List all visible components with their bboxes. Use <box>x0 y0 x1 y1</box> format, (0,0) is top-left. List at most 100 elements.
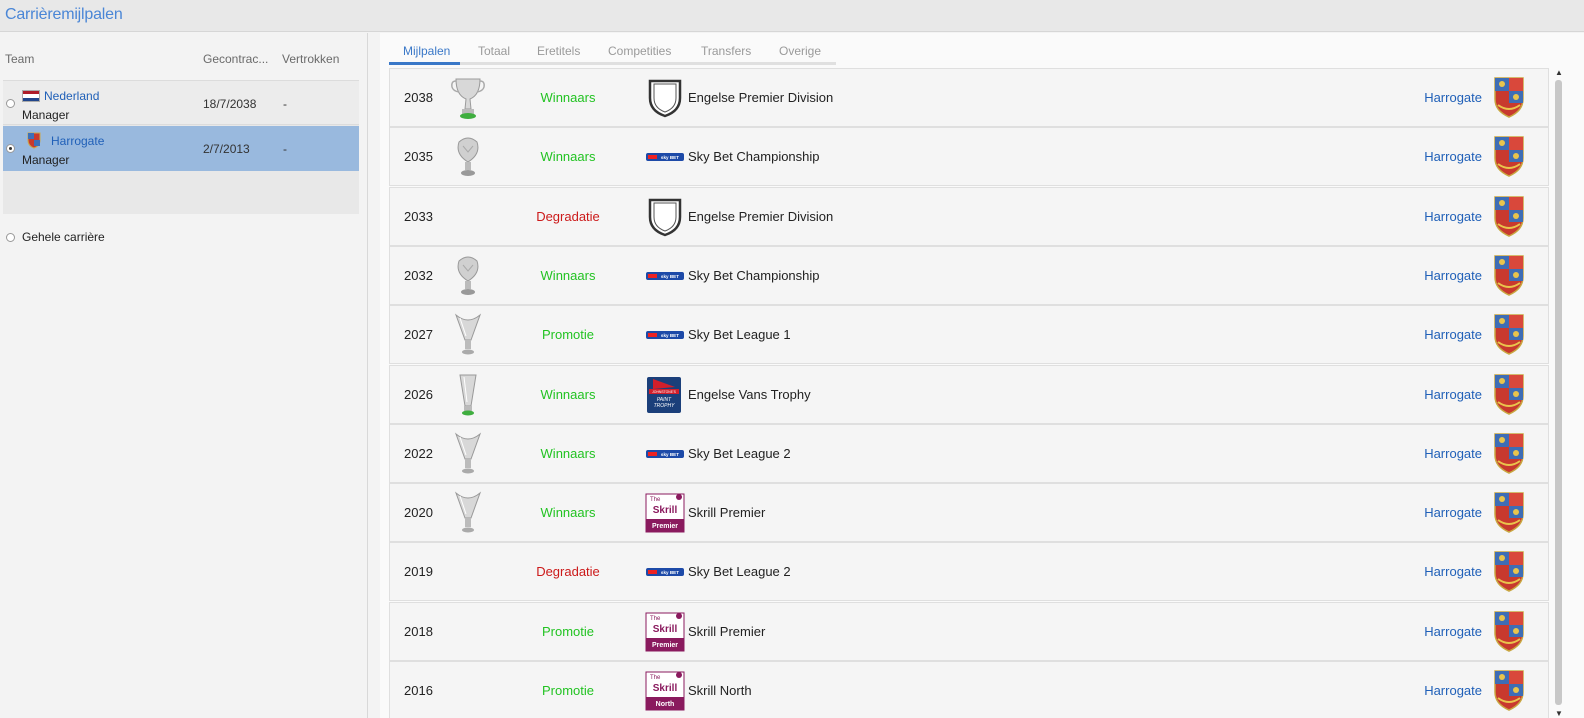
milestone-club-link[interactable]: Harrogate <box>1424 149 1482 164</box>
team-role: Manager <box>22 108 70 122</box>
competition-logo: sky BET <box>645 256 685 296</box>
milestone-club-link[interactable]: Harrogate <box>1424 387 1482 402</box>
vertical-scrollbar[interactable]: ▲ ▼ <box>1553 66 1563 718</box>
scroll-thumb[interactable] <box>1555 80 1562 705</box>
tab-eretitels[interactable]: Eretitels <box>537 44 580 58</box>
team-radio-selected[interactable] <box>6 144 15 153</box>
milestone-row[interactable]: 2022 Winnaars sky BET Sky Bet League 2 Harro… <box>389 423 1549 483</box>
milestone-row[interactable]: 2018 Promotie The Skrill Premier Skrill Premi… <box>389 601 1549 661</box>
competition-logo: sky BET <box>645 315 685 355</box>
whole-career-label: Gehele carrière <box>22 230 105 244</box>
tab-mijlpalen[interactable]: Mijlpalen <box>403 44 450 58</box>
tab-transfers[interactable]: Transfers <box>701 44 751 58</box>
team-row-nederland[interactable]: Nederland Manager 18/7/2038 - <box>3 80 359 125</box>
premier-cup-trophy-icon <box>450 75 486 121</box>
skrill-logo-text: The <box>650 616 661 622</box>
milestone-competition: Skrill Premier <box>688 623 766 639</box>
milestone-row[interactable]: 2035 Winnaars sky BET Sky Bet Championship H… <box>389 127 1549 187</box>
milestone-year: 2026 <box>404 386 433 402</box>
milestone-result: Winnaars <box>540 149 596 165</box>
milestone-club-link[interactable]: Harrogate <box>1424 90 1482 105</box>
milestone-row[interactable]: 2020 Winnaars The Skrill Premier Skrill Premi… <box>389 483 1549 543</box>
milestone-result: Winnaars <box>540 505 596 521</box>
milestone-club-link[interactable]: Harrogate <box>1424 683 1482 698</box>
whole-career-option[interactable]: Gehele carrière <box>5 230 105 244</box>
netherlands-flag-icon <box>22 90 40 102</box>
competition-logo: The Skrill Premier <box>645 493 685 533</box>
scroll-down-icon[interactable]: ▼ <box>1555 709 1563 718</box>
milestone-year: 2035 <box>404 149 433 165</box>
milestone-row[interactable]: 2026 Winnaars JOHNSTONE'S PAINT TROPHY Engels… <box>389 364 1549 424</box>
harrogate-crest-icon <box>27 132 41 149</box>
milestone-row[interactable]: 2027 Promotie sky BET Sky Bet League 1 Harro… <box>389 305 1549 365</box>
vase-trophy-icon <box>450 372 486 418</box>
skrill-logo-text: The <box>650 675 661 681</box>
skrill-logo-text: Skrill <box>653 505 678 516</box>
harrogate-crest-icon <box>1494 670 1524 711</box>
whole-career-radio[interactable] <box>6 233 15 242</box>
skrill-logo-icon: The Skrill North <box>645 671 685 711</box>
team-row-harrogate[interactable]: Harrogate Manager 2/7/2013 - <box>3 126 359 171</box>
milestone-row[interactable]: 2038 Winnaars Engelse Premier Division Harr… <box>389 68 1549 127</box>
skrill-logo-tier-text: North <box>656 701 675 708</box>
club-crest <box>1492 253 1526 297</box>
club-crest <box>1492 194 1526 238</box>
paint-trophy-logo-text: JOHNSTONE'S <box>652 390 676 394</box>
milestone-row[interactable]: 2032 Winnaars sky BET Sky Bet Championship H… <box>389 245 1549 305</box>
club-crest <box>1492 668 1526 712</box>
milestone-club-link[interactable]: Harrogate <box>1424 564 1482 579</box>
milestone-row[interactable]: 2033 Degradatie Engelse Premier Division Ha… <box>389 186 1549 246</box>
skybet-logo-icon: sky BET <box>646 449 684 458</box>
milestone-result: Winnaars <box>540 267 596 283</box>
skrill-logo-text: Skrill <box>653 683 678 694</box>
milestone-result: Winnaars <box>540 386 596 402</box>
milestone-club-link[interactable]: Harrogate <box>1424 505 1482 520</box>
milestone-club-link[interactable]: Harrogate <box>1424 327 1482 342</box>
tab-bar: Mijlpalen Totaal Eretitels Competities T… <box>389 41 836 65</box>
title-bar: Carrièremijlpalen <box>0 0 1584 32</box>
milestone-competition: Skrill Premier <box>688 505 766 521</box>
skrill-logo-tier-text: Premier <box>652 523 678 530</box>
team-name-link[interactable]: Nederland <box>44 89 99 103</box>
team-radio[interactable] <box>6 99 15 108</box>
harrogate-crest-icon <box>1494 136 1524 178</box>
competition-logo: sky BET <box>645 552 685 592</box>
milestone-result: Degradatie <box>536 208 600 224</box>
milestone-row[interactable]: 2016 Promotie The Skrill North Skrill North Ha… <box>389 661 1549 718</box>
championship-trophy-icon <box>450 253 486 299</box>
column-header-left[interactable]: Vertrokken <box>282 52 339 66</box>
team-name-link[interactable]: Harrogate <box>51 134 104 148</box>
column-header-team[interactable]: Team <box>5 52 34 66</box>
milestone-club-link[interactable]: Harrogate <box>1424 209 1482 224</box>
club-crest <box>1492 134 1526 178</box>
tab-competities[interactable]: Competities <box>608 44 671 58</box>
milestone-result: Winnaars <box>540 90 596 105</box>
milestone-club-link[interactable]: Harrogate <box>1424 268 1482 283</box>
tab-totaal[interactable]: Totaal <box>478 44 510 58</box>
column-header-contract[interactable]: Gecontrac... <box>203 52 268 66</box>
milestone-competition: Sky Bet Championship <box>688 149 820 165</box>
milestone-result: Promotie <box>541 327 595 343</box>
competition-logo: JOHNSTONE'S PAINT TROPHY <box>645 375 685 415</box>
milestone-result: Promotie <box>541 683 595 698</box>
milestone-year: 2022 <box>404 445 433 461</box>
active-tab-indicator <box>389 62 460 65</box>
scroll-up-icon[interactable]: ▲ <box>1555 68 1563 77</box>
milestone-club-link[interactable]: Harrogate <box>1424 624 1482 639</box>
team-left-date: - <box>283 142 287 156</box>
premier-division-shield-icon <box>648 198 682 236</box>
club-crest <box>1492 609 1526 653</box>
milestone-competition: Sky Bet League 1 <box>688 327 791 343</box>
competition-logo: sky BET <box>645 434 685 474</box>
paint-trophy-logo-text: TROPHY <box>654 403 676 409</box>
milestone-competition: Sky Bet League 2 <box>688 445 791 461</box>
teams-panel: Team Gecontrac... Vertrokken Nederland M… <box>0 33 368 718</box>
harrogate-crest-icon <box>1494 195 1524 237</box>
competition-logo <box>645 197 685 237</box>
harrogate-crest-icon <box>1494 314 1524 356</box>
competition-logo: sky BET <box>645 137 685 177</box>
milestone-year: 2020 <box>404 505 433 521</box>
tab-overige[interactable]: Overige <box>779 44 821 58</box>
milestone-row[interactable]: 2019 Degradatie sky BET Sky Bet League 2 Har… <box>389 542 1549 602</box>
milestone-club-link[interactable]: Harrogate <box>1424 446 1482 461</box>
